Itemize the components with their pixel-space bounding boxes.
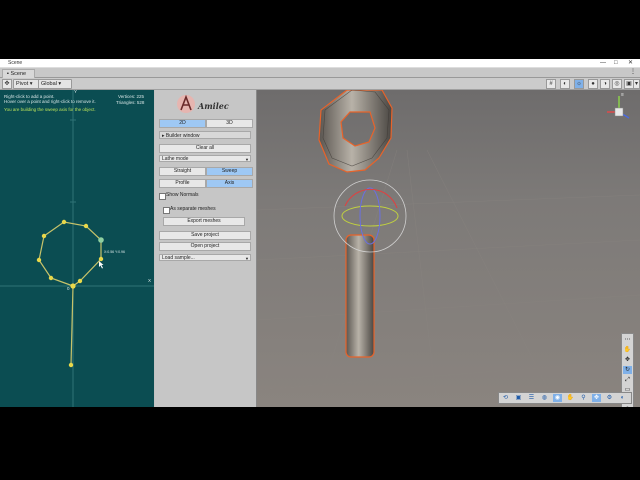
profile-drawing [0, 90, 154, 407]
pivot-dropdown[interactable]: Pivot ▾ [13, 79, 41, 89]
grid-icon[interactable]: # [546, 79, 556, 89]
axis-button[interactable]: Axis [206, 179, 253, 188]
tab-scene-label: Scene [10, 71, 27, 77]
profile-point [48, 275, 54, 281]
profile-button[interactable]: Profile [159, 179, 206, 188]
custom-icon[interactable]: ⚲ [623, 406, 632, 407]
profile-point [83, 223, 89, 229]
lathe-mode-value: Lathe mode [162, 156, 189, 162]
mouse-cursor-icon [99, 261, 104, 269]
show-normals-checkbox[interactable] [159, 193, 166, 200]
persp-menu-icon[interactable]: ≡ [621, 92, 624, 98]
options-icon[interactable]: ◐ [618, 394, 627, 402]
mode-2d-button[interactable]: 2D [159, 119, 206, 128]
maximize-button[interactable]: □ [614, 59, 618, 67]
section-title: Builder window [165, 133, 200, 139]
hand-icon[interactable]: ✋ [566, 394, 575, 402]
profile-canvas[interactable]: Right-click to add a point. Hover over a… [0, 90, 154, 407]
window-title: Scene [8, 60, 23, 66]
pivot-label: Pivot [16, 81, 29, 87]
orbit-icon[interactable]: ⟲ [501, 394, 510, 402]
tab-scene[interactable]: ▪ Scene [2, 69, 36, 78]
logo-icon [177, 94, 195, 113]
scene-view[interactable]: ≡ ⋯ ✋ ✥ ↻ ⤢ ▭ ⊕ ⚲ ⊞ ▾ ⟲ ▣ ☰ ◍ ◉ ✋ ⚲ ✥ ⚙ … [257, 90, 640, 407]
profile-point-hovered [98, 237, 104, 243]
builder-section-header[interactable]: ▸ Builder window [159, 131, 251, 139]
visibility-icon[interactable]: ◎ [612, 79, 622, 89]
lathe-mode-dropdown[interactable]: Lathe mode ▼ [159, 155, 251, 162]
global-label: Global [41, 81, 57, 87]
scene-drawing [257, 90, 640, 407]
camera-icon[interactable]: ▣ [514, 394, 523, 402]
profile-point [98, 256, 104, 262]
separate-meshes-checkbox[interactable] [163, 207, 170, 214]
overlay-toolbar: ⟲ ▣ ☰ ◍ ◉ ✋ ⚲ ✥ ⚙ ◐ [498, 392, 632, 404]
logo-text: Amilec [198, 101, 229, 111]
profile-point [70, 283, 76, 289]
clear-all-button[interactable]: Clear all [159, 144, 251, 153]
x-axis-label: X [148, 278, 152, 283]
mode-3d-button[interactable]: 3D [206, 119, 253, 128]
scene-background [257, 90, 640, 407]
settings-icon[interactable]: ⚙ [605, 394, 614, 402]
profile-point [36, 257, 42, 263]
minimize-button[interactable]: — [600, 59, 606, 67]
layers-icon[interactable]: ☰ [527, 394, 536, 402]
chevron-down-icon: ▼ [245, 157, 249, 162]
audio-icon[interactable]: ● [588, 79, 598, 89]
show-normals-label: Show Normals [166, 192, 199, 198]
frame-icon[interactable]: ✥ [592, 394, 601, 402]
zoom-icon[interactable]: ⚲ [579, 394, 588, 402]
globe-icon[interactable]: ◉ [553, 394, 562, 402]
triangle-count: Triangles: 528 [116, 100, 145, 105]
open-project-button[interactable]: Open project [159, 242, 251, 251]
move-icon[interactable]: ✥ [623, 356, 632, 364]
sweep-button[interactable]: Sweep [206, 167, 253, 176]
amilec-logo: Amilec [175, 93, 245, 115]
straight-button[interactable]: Straight [159, 167, 206, 176]
scale-icon[interactable]: ⤢ [623, 376, 632, 384]
info-line-2: Hover over a point and right-click to re… [4, 99, 96, 104]
profile-point [41, 233, 47, 239]
global-dropdown[interactable]: Global ▾ [38, 79, 72, 89]
profile-point [61, 219, 67, 225]
editor-window: Scene — □ ✕ ▪ Scene ⋮ ✥ Pivot ▾ Global ▾… [0, 59, 640, 407]
chevron-down-icon: ▼ [245, 256, 249, 261]
load-sample-value: Load sample... [162, 255, 195, 261]
2d-icon[interactable]: ◐ [560, 79, 570, 89]
effects-icon[interactable]: ◑ [600, 79, 610, 89]
sweep-axis-point [68, 362, 74, 368]
origin-label: 0 [67, 286, 70, 291]
tab-menu-icon[interactable]: ⋮ [630, 68, 636, 75]
scene-toolbar: ✥ Pivot ▾ Global ▾ # ◐ ☼ ● ◑ ◎ ▣ ▾ [0, 78, 640, 90]
sphere-icon[interactable]: ◍ [540, 394, 549, 402]
tab-bar: ▪ Scene ⋮ [0, 68, 640, 78]
vertex-count: Vertices: 225 [118, 94, 145, 99]
lighting-icon[interactable]: ☼ [574, 79, 584, 89]
export-meshes-button[interactable]: Export meshes [163, 217, 245, 226]
mode-hint: You are building the sweep axis for the … [4, 107, 96, 112]
sweep-handle-mesh [345, 234, 375, 358]
profile-point [77, 278, 83, 284]
separate-meshes-label: As separate meshes [170, 206, 216, 212]
y-axis-label: Y [74, 90, 78, 94]
profile-line [38, 221, 102, 287]
title-bar: Scene — □ ✕ [0, 59, 640, 68]
rotate-icon[interactable]: ↻ [623, 366, 632, 374]
gizmos-icon[interactable]: ▾ [633, 79, 640, 89]
load-sample-dropdown[interactable]: Load sample... ▼ [159, 254, 251, 261]
save-project-button[interactable]: Save project [159, 231, 251, 240]
tool-handle-icon[interactable]: ✥ [2, 79, 12, 89]
point-coordinates: X:0.56 Y:0.96 [104, 250, 125, 254]
view-tool-icon[interactable]: ⋯ [623, 336, 632, 344]
close-button[interactable]: ✕ [628, 59, 633, 67]
builder-panel: Amilec 2D 3D ▸ Builder window Clear all … [155, 90, 257, 407]
hand-icon[interactable]: ✋ [623, 346, 632, 354]
